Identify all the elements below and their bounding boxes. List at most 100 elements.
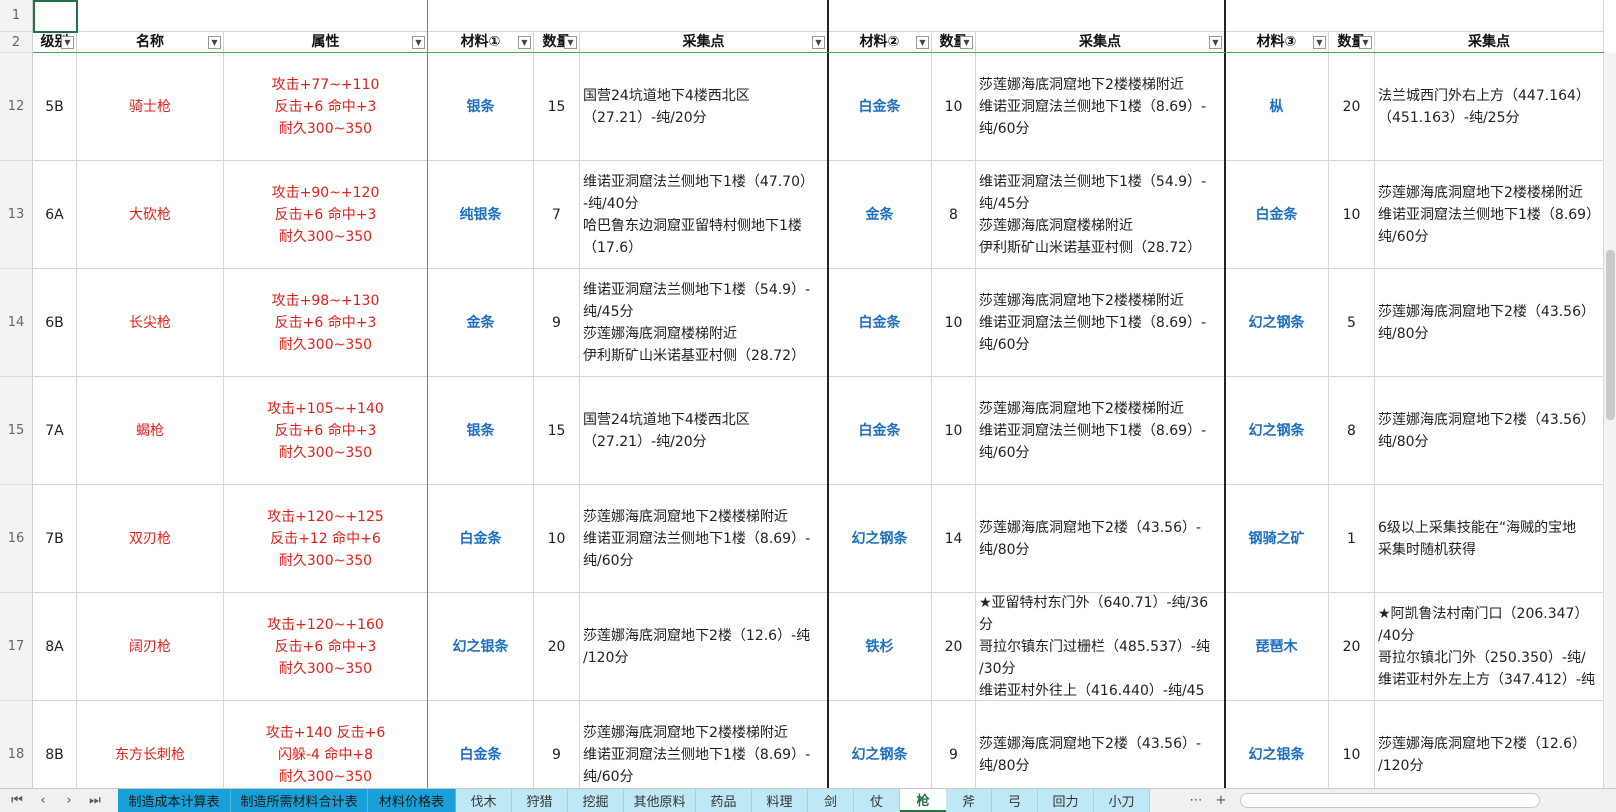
column-header-loc2[interactable]: 采集点 ▼ [976, 32, 1225, 53]
cell-loc1[interactable]: 维诺亚洞窟法兰侧地下1楼（54.9）- 纯/45分 莎莲娜海底洞窟楼梯附近 伊利… [580, 269, 828, 377]
sheet-tab[interactable]: 枪 [900, 789, 946, 812]
row-header[interactable]: 14 [0, 269, 33, 377]
cell-name[interactable]: 长尖枪 [77, 269, 224, 377]
sheet-tab[interactable]: 制造所需材料合计表 [231, 789, 368, 812]
cell-loc2[interactable]: 莎莲娜海底洞窟地下2楼楼梯附近 维诺亚洞窟法兰侧地下1楼（8.69）- 纯/60… [976, 53, 1225, 161]
cell-mat1[interactable]: 幻之银条 [428, 593, 534, 701]
cell-qty2[interactable]: 8 [932, 161, 976, 269]
cell-qty1[interactable]: 15 [534, 377, 580, 485]
cell-loc1[interactable]: 维诺亚洞窟法兰侧地下1楼（47.70） -纯/40分 哈巴鲁东边洞窟亚留特村侧地… [580, 161, 828, 269]
cell-mat2[interactable]: 白金条 [828, 269, 932, 377]
cell-loc1[interactable]: 国营24坑道地下4楼西北区 （27.21）-纯/20分 [580, 53, 828, 161]
cell-name[interactable]: 双刃枪 [77, 485, 224, 593]
vertical-scrollbar-track[interactable] [1604, 53, 1616, 788]
sheet-tab[interactable]: 回力 [1038, 789, 1094, 812]
sheet-tab[interactable]: 材料价格表 [368, 789, 456, 812]
cell-qty1[interactable]: 9 [534, 269, 580, 377]
cell-level[interactable]: 6A [33, 161, 77, 269]
filter-dropdown-icon[interactable]: ▼ [412, 36, 425, 49]
cell-loc2[interactable]: 维诺亚洞窟法兰侧地下1楼（54.9）- 纯/45分 莎莲娜海底洞窟楼梯附近 伊利… [976, 161, 1225, 269]
cell-qty3[interactable]: 20 [1329, 53, 1375, 161]
cell-qty3[interactable]: 10 [1329, 161, 1375, 269]
cell-attr[interactable]: 攻击+120~+160 反击+6 命中+3 耐久300~350 [224, 593, 428, 701]
cell-qty2[interactable]: 10 [932, 377, 976, 485]
column-header-level[interactable]: 级别 ▼ [33, 32, 77, 53]
cell-mat3[interactable]: 琵琶木 [1225, 593, 1329, 701]
sheet-tab[interactable]: 狩猎 [512, 789, 568, 812]
row-header[interactable]: 16 [0, 485, 33, 593]
first-sheet-button[interactable]: ⏮ [6, 789, 28, 812]
horizontal-scrollbar[interactable] [1240, 793, 1540, 808]
filter-dropdown-icon[interactable]: ▼ [916, 36, 929, 49]
row-header[interactable]: 1 [0, 0, 33, 32]
cell-attr[interactable]: 攻击+77~+110 反击+6 命中+3 耐久300~350 [224, 53, 428, 161]
cell-level[interactable]: 7B [33, 485, 77, 593]
cell-loc2[interactable]: ★亚留特村东门外（640.71）-纯/36 分 哥拉尔镇东门过栅栏（485.53… [976, 593, 1225, 701]
cell-mat3[interactable]: 白金条 [1225, 161, 1329, 269]
prev-sheet-button[interactable]: ‹ [32, 789, 54, 812]
cell-name[interactable]: 大砍枪 [77, 161, 224, 269]
row1-merged-area[interactable] [77, 0, 428, 32]
cell-loc3[interactable]: ★阿凯鲁法村南门口（206.347） /40分 哥拉尔镇北门外（250.350）… [1375, 593, 1604, 701]
cell-attr[interactable]: 攻击+98~+130 反击+6 命中+3 耐久300~350 [224, 269, 428, 377]
selected-cell[interactable] [33, 0, 78, 33]
sheet-tab[interactable]: 弓 [992, 789, 1038, 812]
sheet-tab[interactable]: 料理 [752, 789, 808, 812]
cell-loc3[interactable]: 6级以上采集技能在“海贼的宝地 采集时随机获得 [1375, 485, 1604, 593]
cell-attr[interactable]: 攻击+90~+120 反击+6 命中+3 耐久300~350 [224, 161, 428, 269]
filter-dropdown-icon[interactable]: ▼ [564, 36, 577, 49]
cell-name[interactable]: 骑士枪 [77, 53, 224, 161]
column-header-attr[interactable]: 属性 ▼ [224, 32, 428, 53]
column-header-qty1[interactable]: 数量 ▼ [534, 32, 580, 53]
cell-mat1[interactable]: 银条 [428, 377, 534, 485]
filter-dropdown-icon[interactable]: ▼ [208, 36, 221, 49]
sheet-tab[interactable]: 挖掘 [568, 789, 624, 812]
row-header[interactable]: 15 [0, 377, 33, 485]
add-sheet-button[interactable]: + [1210, 789, 1232, 812]
sheet-tab[interactable]: 制造成本计算表 [118, 789, 231, 812]
cell-level[interactable]: 6B [33, 269, 77, 377]
cell-loc2[interactable]: 莎莲娜海底洞窟地下2楼（43.56）- 纯/80分 [976, 485, 1225, 593]
cell-qty1[interactable]: 10 [534, 485, 580, 593]
column-header-mat2[interactable]: 材料② ▼ [828, 32, 932, 53]
sheet-tab[interactable]: 剑 [808, 789, 854, 812]
cell-name[interactable]: 蝎枪 [77, 377, 224, 485]
cell-qty2[interactable]: 20 [932, 593, 976, 701]
cell-loc3[interactable]: 莎莲娜海底洞窟地下2楼（43.56） 纯/80分 [1375, 377, 1604, 485]
vertical-scrollbar-thumb[interactable] [1606, 250, 1615, 420]
sheet-tab[interactable]: 其他原料 [624, 789, 696, 812]
cell-mat3[interactable]: 枞 [1225, 53, 1329, 161]
sheet-tab[interactable]: 药品 [696, 789, 752, 812]
column-header-qty3[interactable]: 数量 ▼ [1329, 32, 1375, 53]
cell-loc3[interactable]: 法兰城西门外右上方（447.164） （451.163）-纯/25分 [1375, 53, 1604, 161]
cell-mat3[interactable]: 钢骑之矿 [1225, 485, 1329, 593]
cell-attr[interactable]: 攻击+105~+140 反击+6 命中+3 耐久300~350 [224, 377, 428, 485]
filter-dropdown-icon[interactable]: ▼ [518, 36, 531, 49]
more-sheets-button[interactable]: ⋯ [1185, 789, 1207, 812]
cell-qty1[interactable]: 15 [534, 53, 580, 161]
cell-level[interactable]: 8A [33, 593, 77, 701]
last-sheet-button[interactable]: ⏭ [84, 789, 106, 812]
cell-qty2[interactable]: 14 [932, 485, 976, 593]
cell-qty3[interactable]: 1 [1329, 485, 1375, 593]
column-header-mat1[interactable]: 材料① ▼ [428, 32, 534, 53]
cell-level[interactable]: 7A [33, 377, 77, 485]
filter-dropdown-icon[interactable]: ▼ [1359, 36, 1372, 49]
cell-loc1[interactable]: 莎莲娜海底洞窟地下2楼（12.6）-纯 /120分 [580, 593, 828, 701]
cell-mat2[interactable]: 白金条 [828, 53, 932, 161]
cell-mat3[interactable]: 幻之钢条 [1225, 269, 1329, 377]
cell-loc3[interactable]: 莎莲娜海底洞窟地下2楼楼梯附近 维诺亚洞窟法兰侧地下1楼（8.69） 纯/60分 [1375, 161, 1604, 269]
cell-qty3[interactable]: 5 [1329, 269, 1375, 377]
column-header-mat3[interactable]: 材料③ ▼ [1225, 32, 1329, 53]
cell-mat2[interactable]: 幻之钢条 [828, 485, 932, 593]
filter-dropdown-icon[interactable]: ▼ [960, 36, 973, 49]
cell-loc1[interactable]: 莎莲娜海底洞窟地下2楼楼梯附近 维诺亚洞窟法兰侧地下1楼（8.69）- 纯/60… [580, 485, 828, 593]
column-header-qty2[interactable]: 数量 ▼ [932, 32, 976, 53]
cell-mat3[interactable]: 幻之钢条 [1225, 377, 1329, 485]
filter-dropdown-icon[interactable]: ▼ [1313, 36, 1326, 49]
column-header-name[interactable]: 名称 ▼ [77, 32, 224, 53]
next-sheet-button[interactable]: › [58, 789, 80, 812]
row-header[interactable]: 17 [0, 593, 33, 701]
column-header-loc1[interactable]: 采集点 ▼ [580, 32, 828, 53]
cell-name[interactable]: 阔刃枪 [77, 593, 224, 701]
